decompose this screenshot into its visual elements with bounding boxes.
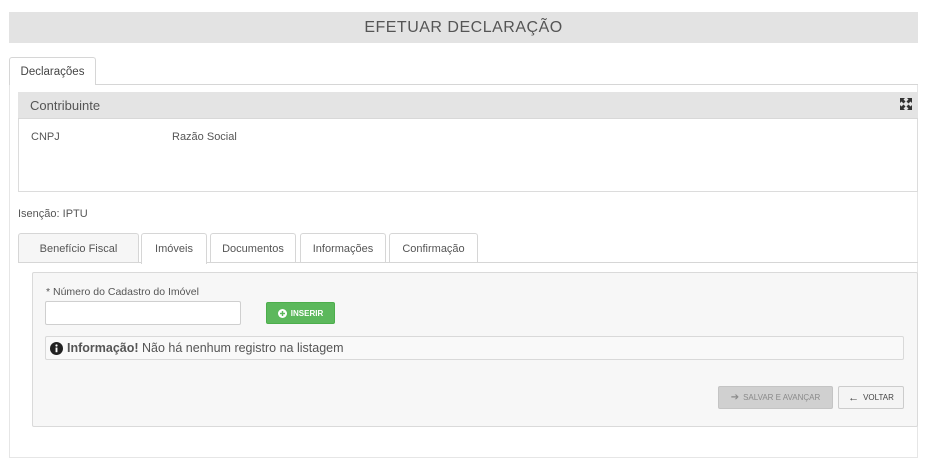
contribuinte-header: Contribuinte [18, 92, 918, 119]
plus-circle-icon [277, 308, 287, 318]
info-alert: Informação! Não há nenhum registro na li… [45, 336, 904, 360]
arrow-right-icon: ➔ [730, 392, 740, 403]
expand-icon[interactable] [899, 97, 913, 111]
insert-button[interactable]: INSERIR [266, 302, 335, 324]
cadastro-imovel-label: * Número do Cadastro do Imóvel [46, 286, 199, 298]
razao-social-label: Razão Social [172, 131, 237, 143]
info-title: Informação! [67, 341, 139, 355]
insert-button-label: INSERIR [290, 308, 324, 318]
info-message: Não há nenhum registro na listagem [138, 341, 344, 355]
tab-declaracoes[interactable]: Declarações [9, 57, 96, 85]
cadastro-imovel-input[interactable] [45, 301, 241, 325]
tab-confirmacao[interactable]: Confirmação [389, 233, 478, 263]
tab-documentos[interactable]: Documentos [210, 233, 296, 263]
tab-beneficio-fiscal[interactable]: Benefício Fiscal [18, 233, 139, 263]
save-and-next-button[interactable]: ➔ SALVAR E AVANÇAR [718, 386, 833, 409]
arrow-left-icon: ← [848, 391, 860, 404]
isencao-label: Isenção: IPTU [18, 208, 88, 220]
page-title: EFETUAR DECLARAÇÃO [9, 12, 918, 43]
back-button-label: VOLTAR [863, 393, 894, 402]
tab-informacoes[interactable]: Informações [300, 233, 386, 263]
save-button-label: SALVAR E AVANÇAR [743, 393, 821, 402]
info-circle-icon [50, 341, 63, 355]
back-button[interactable]: ← VOLTAR [838, 386, 904, 409]
tab-imoveis[interactable]: Imóveis [141, 233, 207, 264]
cnpj-label: CNPJ [31, 131, 60, 143]
